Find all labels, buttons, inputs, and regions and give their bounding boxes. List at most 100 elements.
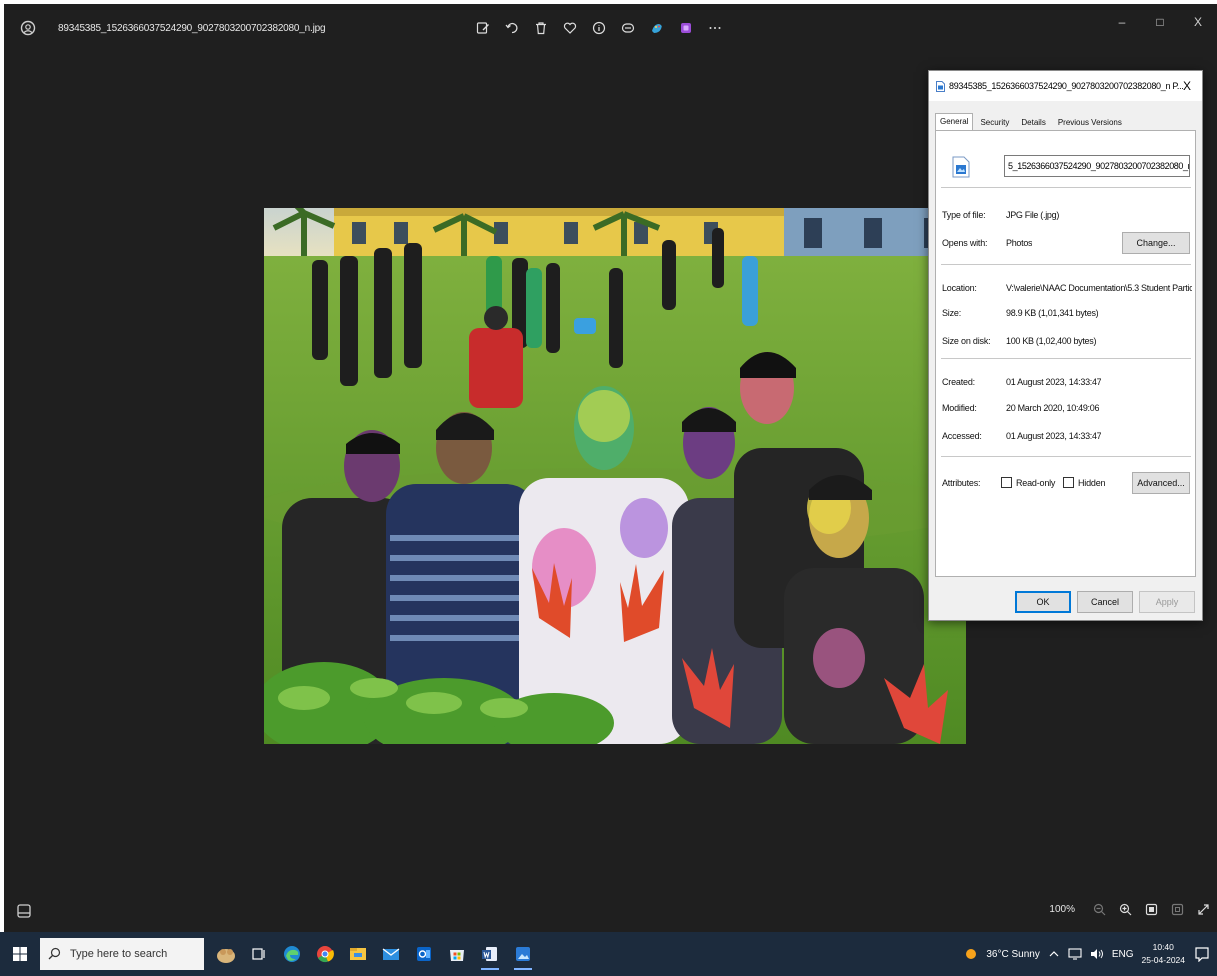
windows-start-icon[interactable] — [12, 946, 28, 962]
mail-icon — [382, 948, 400, 960]
clock-time: 10:40 — [1152, 942, 1174, 952]
jpg-file-icon — [936, 81, 945, 92]
tab-details[interactable]: Details — [1016, 114, 1050, 131]
opens-with-label: Opens with: — [942, 238, 988, 248]
taskbar-outlook-button[interactable] — [412, 940, 436, 968]
dialog-close-button[interactable]: X — [1178, 77, 1196, 95]
windows-taskbar: Type here to search 36°C Sunny ENG 10:40… — [0, 932, 1217, 976]
hidden-checkbox[interactable] — [1063, 477, 1074, 488]
taskbar-task-view-button[interactable] — [247, 940, 271, 968]
actual-size-button[interactable] — [1169, 900, 1185, 918]
notification-center-icon[interactable] — [1193, 946, 1211, 962]
edit-image-button[interactable] — [474, 17, 491, 39]
info-button[interactable] — [590, 17, 607, 39]
photos-app-icon — [20, 20, 36, 36]
zoom-out-button[interactable] — [1091, 900, 1107, 918]
taskbar-chrome-button[interactable] — [313, 940, 337, 968]
title-bar: 89345385_1526366037524290_90278032007023… — [4, 4, 1217, 52]
photos-taskbar-icon — [516, 947, 530, 961]
jpg-file-large-icon — [952, 156, 970, 178]
network-icon[interactable] — [1068, 948, 1082, 960]
read-only-checkbox[interactable] — [1001, 477, 1012, 488]
read-only-label[interactable]: Read-only — [1016, 478, 1055, 488]
zoom-level[interactable]: 100% — [1049, 904, 1075, 915]
size-on-disk-label: Size on disk: — [942, 336, 991, 346]
filename-field[interactable]: 5_1526366037524290_9027803200702382080_n — [1004, 155, 1190, 177]
ok-button[interactable]: OK — [1015, 591, 1071, 613]
open-in-paint-button[interactable] — [648, 17, 665, 39]
taskbar-word-button[interactable] — [478, 940, 502, 970]
close-button[interactable]: X — [1179, 10, 1217, 34]
filmstrip-toggle-icon[interactable] — [16, 903, 32, 919]
search-icon — [48, 947, 61, 960]
location-value: V:\valerie\NAAC Documentation\5.3 Studen… — [1006, 283, 1192, 293]
created-label: Created: — [942, 377, 975, 387]
favorite-icon — [563, 22, 576, 34]
zoom-in-button[interactable] — [1117, 900, 1133, 918]
delete-button[interactable] — [532, 17, 549, 39]
separator — [941, 456, 1191, 457]
displayed-photo — [264, 208, 966, 744]
type-of-file-value: JPG File (.jpg) — [1006, 210, 1060, 220]
minimize-button[interactable]: – — [1103, 10, 1141, 34]
outlook-icon — [417, 947, 431, 961]
hidden-label[interactable]: Hidden — [1078, 478, 1106, 488]
taskbar-cortana-button[interactable] — [214, 940, 238, 968]
more-options-button[interactable] — [706, 17, 723, 39]
full-screen-button[interactable] — [1195, 900, 1211, 918]
edit-image-icon — [476, 22, 489, 34]
open-in-clipchamp-button[interactable] — [677, 17, 694, 39]
cancel-button[interactable]: Cancel — [1077, 591, 1133, 613]
input-language[interactable]: ENG — [1112, 949, 1134, 960]
taskbar-edge-button[interactable] — [280, 940, 304, 968]
task-view-icon — [252, 948, 265, 960]
ai-assistant-icon — [621, 23, 634, 33]
dialog-title: 89345385_1526366037524290_90278032007023… — [949, 81, 1184, 91]
taskbar-store-button[interactable] — [445, 940, 469, 968]
pinned-apps — [214, 940, 535, 970]
rotate-icon — [505, 22, 517, 34]
dialog-tabs: General Security Details Previous Versio… — [935, 111, 1129, 131]
attributes-label: Attributes: — [942, 478, 981, 488]
general-tab-panel: 5_1526366037524290_9027803200702382080_n… — [935, 130, 1196, 577]
favorite-button[interactable] — [561, 17, 578, 39]
modified-value: 20 March 2020, 10:49:06 — [1006, 403, 1100, 413]
chrome-browser-icon — [317, 946, 334, 963]
type-of-file-label: Type of file: — [942, 210, 986, 220]
change-app-button[interactable]: Change... — [1122, 232, 1190, 254]
tab-previous-versions[interactable]: Previous Versions — [1053, 114, 1127, 131]
edge-browser-icon — [284, 946, 300, 962]
actual-size-icon — [1171, 903, 1183, 915]
info-icon — [592, 21, 605, 35]
taskbar-mail-button[interactable] — [379, 940, 403, 968]
weather-icon[interactable] — [964, 947, 978, 961]
apply-button[interactable]: Apply — [1139, 591, 1195, 613]
taskbar-search-box[interactable]: Type here to search — [40, 938, 204, 970]
file-properties-dialog: 89345385_1526366037524290_90278032007023… — [928, 70, 1203, 621]
fit-to-window-button[interactable] — [1143, 900, 1159, 918]
system-tray: 36°C Sunny ENG 10:40 25-04-2024 — [964, 932, 1211, 976]
tab-security[interactable]: Security — [975, 114, 1014, 131]
window-controls: – □ X — [1103, 10, 1217, 34]
maximize-button[interactable]: □ — [1141, 10, 1179, 34]
advanced-button[interactable]: Advanced... — [1132, 472, 1190, 494]
search-placeholder: Type here to search — [70, 948, 168, 960]
ai-assistant-button[interactable] — [619, 17, 636, 39]
separator — [941, 264, 1191, 265]
volume-icon[interactable] — [1090, 948, 1104, 960]
opens-with-value: Photos — [1006, 238, 1033, 248]
dialog-title-bar[interactable]: 89345385_1526366037524290_90278032007023… — [929, 71, 1202, 101]
viewer-toolbar — [474, 16, 723, 40]
weather-text[interactable]: 36°C Sunny — [986, 949, 1039, 960]
accessed-value: 01 August 2023, 14:33:47 — [1006, 431, 1102, 441]
fit-to-window-icon — [1145, 903, 1157, 915]
taskbar-clock[interactable]: 10:40 25-04-2024 — [1142, 941, 1185, 967]
accessed-label: Accessed: — [942, 431, 982, 441]
taskbar-photos-button[interactable] — [511, 940, 535, 970]
chevron-up-icon[interactable] — [1048, 948, 1060, 960]
viewer-bottom-bar: 100% — [4, 890, 1217, 932]
full-screen-icon — [1197, 903, 1209, 915]
taskbar-file-explorer-button[interactable] — [346, 940, 370, 968]
rotate-button[interactable] — [503, 17, 520, 39]
tab-general[interactable]: General — [935, 113, 974, 131]
